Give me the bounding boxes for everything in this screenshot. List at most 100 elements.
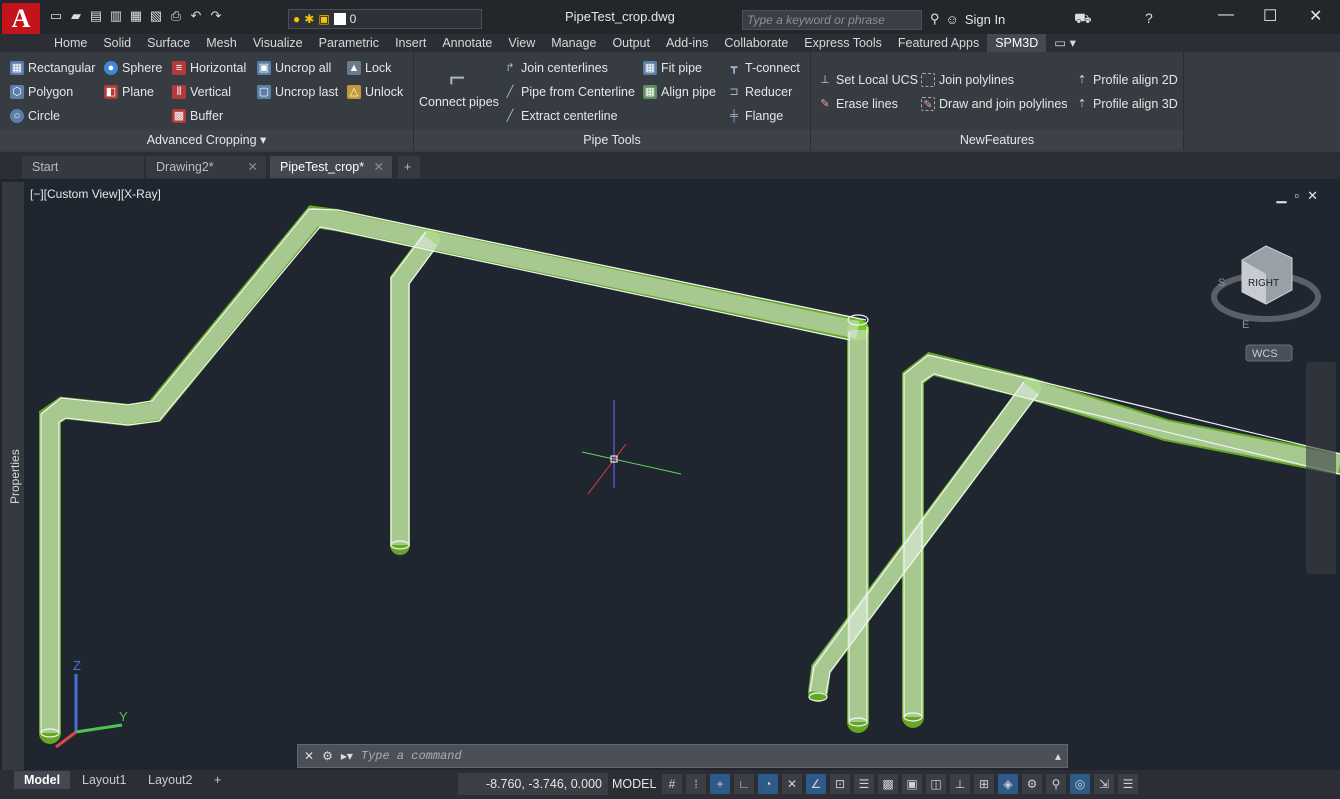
profile-align-2d-button[interactable]: ⇡ Profile align 2D [1075,73,1177,87]
gizmo-icon[interactable]: ⊞ [974,774,994,794]
polar-icon[interactable]: ◔ [758,774,778,794]
layout-tab-layout1[interactable]: Layout1 [72,771,136,789]
model-space-canvas[interactable]: Z Y RIGHT S E WCS [26,182,1340,770]
dynamic-ucs-icon[interactable]: ⊡ [830,774,850,794]
tab-view[interactable]: View [500,34,543,52]
uncrop-all-button[interactable]: ▣ Uncrop all [257,61,331,75]
minimize-button[interactable]: — [1218,6,1234,24]
tab-add-ins[interactable]: Add-ins [658,34,716,52]
command-input[interactable]: Type a command [361,749,462,763]
infer-icon[interactable]: + [710,774,730,794]
align-pipe-button[interactable]: ▦ Align pipe [643,85,716,99]
tab-manage[interactable]: Manage [543,34,604,52]
isolate-icon[interactable]: ⚲ [1046,774,1066,794]
undo-icon[interactable]: ↶ [188,8,204,24]
save-icon[interactable]: ▤ [88,8,104,24]
hardware-accel-icon[interactable]: ◎ [1070,774,1090,794]
sign-in-button[interactable]: ⚲ ☺ Sign In [930,11,1005,27]
join-polylines-button[interactable]: Join polylines [921,73,1014,87]
buffer-button[interactable]: ▩ Buffer [172,109,223,123]
join-centerlines-button[interactable]: ↱ Join centerlines [503,61,607,75]
print-icon[interactable]: ⎙ [168,8,184,24]
binoculars-icon[interactable]: ⚲ [930,11,940,27]
sphere-button[interactable]: ● Sphere [104,61,162,75]
uncrop-last-button[interactable]: ▢ Uncrop last [257,85,338,99]
tab-surface[interactable]: Surface [139,34,198,52]
tab-home[interactable]: Home [46,34,95,52]
tab-output[interactable]: Output [604,34,658,52]
layer-dropdown[interactable]: ● ✱ ▣ 0 [288,9,482,29]
otrack-icon[interactable]: ∠ [806,774,826,794]
t-connect-button[interactable]: ┳ T-connect [727,61,800,75]
share-icon[interactable]: ▧ [148,8,164,24]
navigation-bar[interactable] [1306,362,1336,574]
transparency-icon[interactable]: ▩ [878,774,898,794]
workspace-icon[interactable]: ◈ [998,774,1018,794]
file-tab-drawing2[interactable]: Drawing2* ✕ [146,156,266,178]
erase-lines-button[interactable]: ✎ Erase lines [818,97,897,111]
ortho-icon[interactable]: ∟ [734,774,754,794]
ribbon-toggle-icon[interactable]: ▭ ▾ [1046,34,1084,52]
set-local-ucs-button[interactable]: ⊥ Set Local UCS [818,73,918,87]
tab-featured-apps[interactable]: Featured Apps [890,34,987,52]
horizontal-button[interactable]: ≡ Horizontal [172,61,246,75]
tab-parametric[interactable]: Parametric [311,34,387,52]
publish-icon[interactable]: ▦ [128,8,144,24]
model-space-button[interactable]: MODEL [612,773,656,795]
rectangular-button[interactable]: ▦ Rectangular [10,61,95,75]
fit-pipe-button[interactable]: ▦ Fit pipe [643,61,702,75]
command-line[interactable]: ✕ ⚙ ▸▾ Type a command ▴ [297,744,1068,768]
gear-icon[interactable]: ⚙ [1022,774,1042,794]
close-button[interactable]: ✕ [1309,6,1322,26]
lineweight-icon[interactable]: ☰ [854,774,874,794]
tab-insert[interactable]: Insert [387,34,434,52]
new-icon[interactable]: ▭ [48,8,64,24]
connect-pipes-icon[interactable]: ⌐ [442,60,472,96]
reducer-button[interactable]: ⊐ Reducer [727,85,792,99]
coordinate-readout[interactable]: -8.760, -3.746, 0.000 [458,773,608,795]
wcs-menu[interactable]: WCS [1252,348,1278,360]
tab-collaborate[interactable]: Collaborate [716,34,796,52]
vertical-button[interactable]: ⦀ Vertical [172,85,231,99]
customize-icon[interactable]: ☰ [1118,774,1138,794]
pipe-from-centerline-button[interactable]: ╱ Pipe from Centerline [503,85,635,99]
layout-tab-model[interactable]: Model [14,771,71,789]
tab-annotate[interactable]: Annotate [434,34,500,52]
redo-icon[interactable]: ↷ [208,8,224,24]
file-tab-start[interactable]: Start [22,156,144,178]
file-tab-pipetest[interactable]: PipeTest_crop* ✕ [270,156,392,178]
tab-solid[interactable]: Solid [95,34,139,52]
tab-express-tools[interactable]: Express Tools [796,34,890,52]
profile-align-3d-button[interactable]: ⇡ Profile align 3D [1075,97,1177,111]
selection-cycling-icon[interactable]: ▣ [902,774,922,794]
tab-spm3d[interactable]: SPM3D [987,34,1047,52]
maximize-button[interactable]: ☐ [1263,6,1277,26]
new-tab-button[interactable]: + [398,156,420,178]
plane-button[interactable]: ◧ Plane [104,85,154,99]
close-icon[interactable]: ✕ [374,156,384,178]
extract-centerline-button[interactable]: ╱ Extract centerline [503,109,618,123]
clean-screen-icon[interactable]: ⇲ [1094,774,1114,794]
3d-osnap-icon[interactable]: ◫ [926,774,946,794]
app-logo[interactable]: A [2,3,40,35]
grid-icon[interactable]: # [662,774,682,794]
search-input[interactable]: Type a keyword or phrase [742,10,922,30]
viewcube[interactable]: RIGHT S E WCS [1211,245,1321,362]
tab-mesh[interactable]: Mesh [198,34,245,52]
circle-button[interactable]: ○ Circle [10,109,60,123]
draw-and-join-polylines-button[interactable]: ✎ Draw and join polylines [921,97,1068,111]
flange-button[interactable]: ╪ Flange [727,109,783,123]
layout-tab-layout2[interactable]: Layout2 [138,771,202,789]
tab-visualize[interactable]: Visualize [245,34,311,52]
save-as-icon[interactable]: ▥ [108,8,124,24]
drawing-viewport[interactable]: [−][Custom View][X-Ray] ▁▫✕ Z Y RIGHT S … [26,182,1340,770]
add-layout-button[interactable]: + [204,771,231,789]
cart-icon[interactable]: ⛟ [1074,10,1092,29]
connect-pipes-button[interactable]: Connect pipes [419,95,499,109]
snap-icon[interactable]: ⁞ [686,774,706,794]
unlock-button[interactable]: △ Unlock [347,85,403,99]
panel-title-advanced-cropping[interactable]: Advanced Cropping ▾ [0,130,413,150]
properties-palette[interactable]: Properties [2,182,24,770]
wrench-icon[interactable]: ⚙ [322,749,333,763]
help-icon[interactable]: ? [1145,10,1153,26]
